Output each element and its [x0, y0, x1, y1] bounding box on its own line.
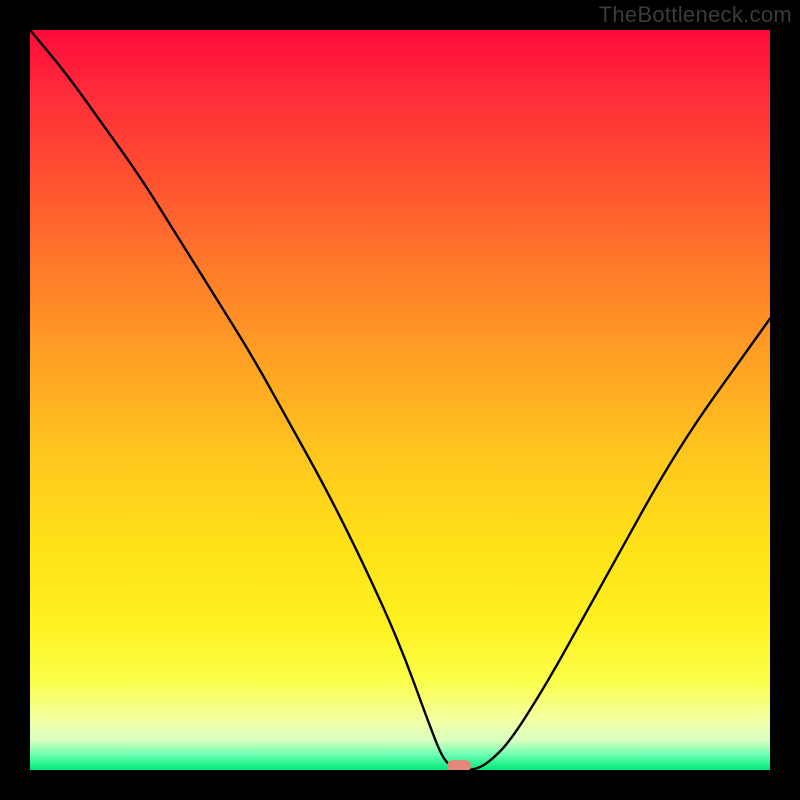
- watermark-text: TheBottleneck.com: [599, 2, 792, 28]
- chart-frame: TheBottleneck.com: [0, 0, 800, 800]
- plot-area: [30, 30, 770, 770]
- optimal-point-marker: [447, 760, 471, 770]
- bottleneck-curve: [30, 30, 770, 770]
